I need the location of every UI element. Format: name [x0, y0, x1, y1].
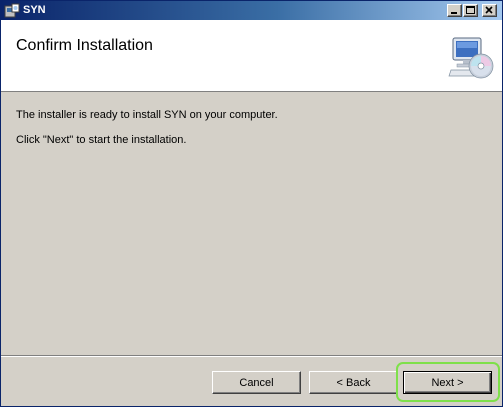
footer-divider	[1, 355, 502, 357]
ready-message: The installer is ready to install SYN on…	[16, 109, 278, 121]
header-banner: Confirm Installation	[1, 20, 502, 92]
close-button[interactable]	[482, 4, 497, 17]
back-button[interactable]: < Back	[309, 371, 398, 394]
title-bar[interactable]: SYN	[1, 1, 502, 20]
next-button[interactable]: Next >	[403, 371, 492, 394]
maximize-button[interactable]	[463, 4, 478, 17]
page-title: Confirm Installation	[16, 37, 153, 54]
maximize-icon	[466, 6, 475, 14]
installer-window: SYN Confirm Installation The installer i…	[0, 0, 503, 407]
cancel-button[interactable]: Cancel	[212, 371, 301, 394]
window-title: SYN	[23, 4, 46, 16]
installer-computer-cd-icon	[448, 37, 494, 79]
close-icon	[485, 6, 493, 14]
minimize-icon	[451, 12, 457, 14]
minimize-button[interactable]	[447, 4, 462, 17]
instruction-message: Click "Next" to start the installation.	[16, 134, 187, 146]
installer-app-icon	[4, 3, 20, 18]
